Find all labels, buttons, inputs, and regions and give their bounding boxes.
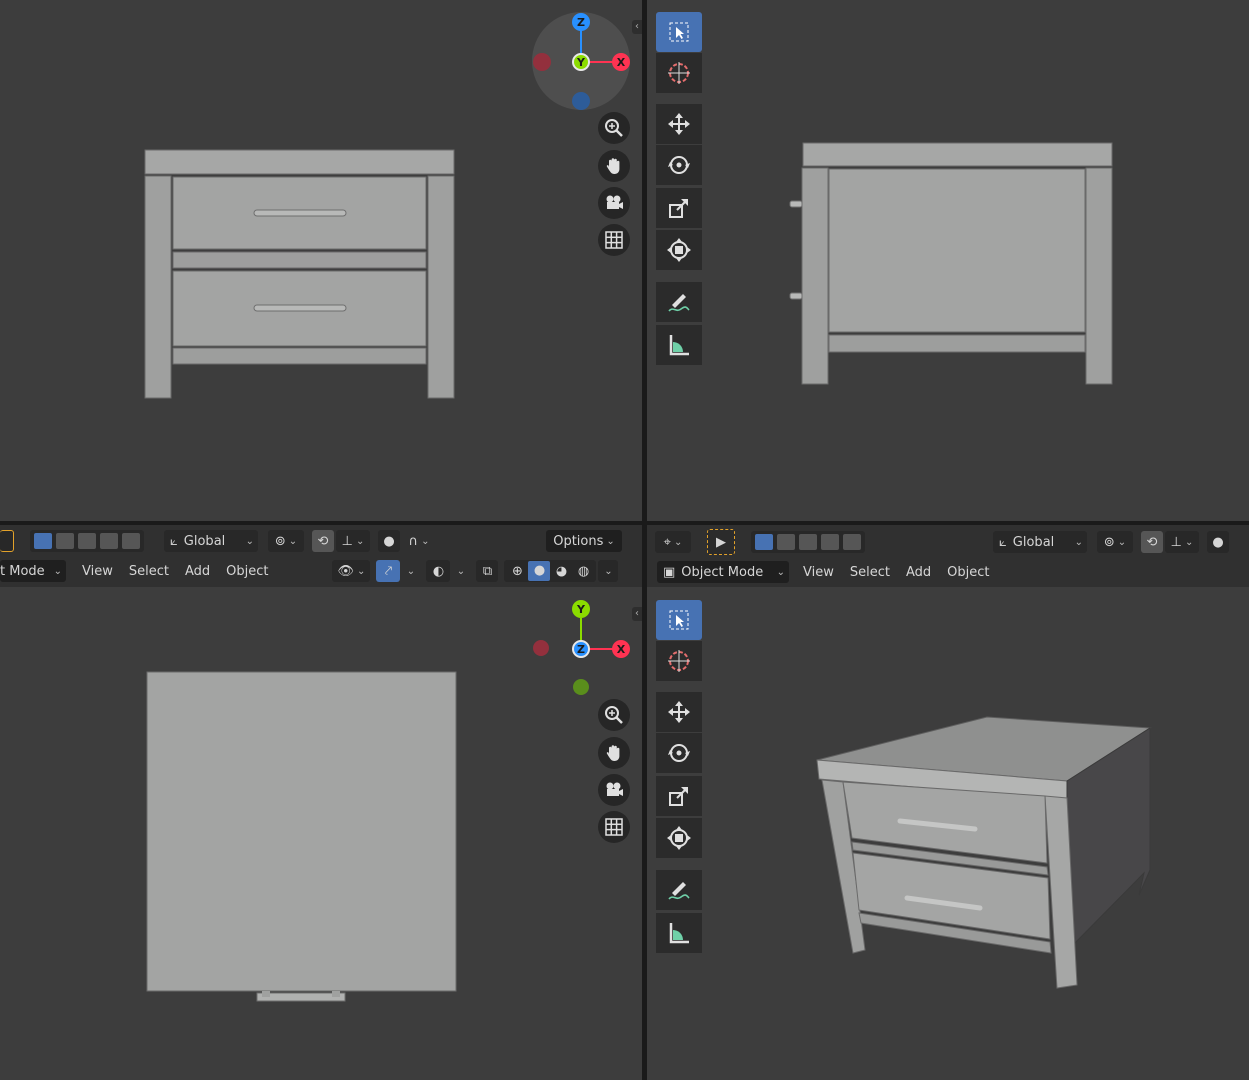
axis-neg-z-button[interactable] — [572, 92, 590, 110]
axis-x-button[interactable]: X — [612, 640, 630, 658]
rotate-icon[interactable] — [656, 733, 702, 773]
axis-neg-x-button[interactable] — [533, 640, 549, 656]
axis-z-button[interactable]: Z — [572, 13, 590, 31]
zoom-icon[interactable] — [598, 699, 630, 731]
viewport-front[interactable]: Z Y X ‹ — [0, 0, 642, 521]
move-icon[interactable] — [656, 692, 702, 732]
cursor-icon[interactable] — [656, 641, 702, 681]
sidebar-toggle-icon[interactable]: ‹ — [632, 20, 642, 34]
measure-icon[interactable] — [656, 913, 702, 953]
viewport-side[interactable] — [647, 0, 1249, 521]
annotate-icon[interactable] — [656, 282, 702, 322]
top-view-model — [146, 671, 457, 1002]
axis-neg-x-button[interactable] — [533, 53, 551, 71]
camera-icon[interactable] — [598, 187, 630, 219]
axis-z-button[interactable]: Z — [572, 640, 590, 658]
transform-icon[interactable] — [656, 230, 702, 270]
select-box-icon[interactable] — [656, 12, 702, 52]
pan-hand-icon[interactable] — [598, 150, 630, 182]
perspective-view-model — [816, 716, 1152, 989]
side-view-model — [789, 142, 1113, 385]
axis-x-button[interactable]: X — [612, 53, 630, 71]
transform-icon[interactable] — [656, 818, 702, 858]
axis-neg-y-button[interactable] — [573, 679, 589, 695]
viewport-perspective[interactable]: ⌖ ⌄ ▶ ⟀ Global ⌄ ⊚ ⌄ ⟲ ⊥ ⌄ ● ▣ Object Mode ⌄ — [647, 525, 1249, 1080]
select-box-icon[interactable] — [656, 600, 702, 640]
pan-hand-icon[interactable] — [598, 737, 630, 769]
camera-icon[interactable] — [598, 774, 630, 806]
viewport-top[interactable]: ⟀ Global ⌄ ⊚ ⌄ ⟲ ⊥ ⌄ ● ∩ ⌄ Options ⌄ t Mode ⌄… — [0, 525, 642, 1080]
ortho-grid-icon[interactable] — [598, 811, 630, 843]
sidebar-toggle-icon[interactable]: ‹ — [632, 607, 642, 621]
scale-icon[interactable] — [656, 776, 702, 816]
axis-y-button[interactable]: Y — [572, 53, 590, 71]
annotate-icon[interactable] — [656, 870, 702, 910]
measure-icon[interactable] — [656, 325, 702, 365]
ortho-grid-icon[interactable] — [598, 224, 630, 256]
rotate-icon[interactable] — [656, 145, 702, 185]
move-icon[interactable] — [656, 104, 702, 144]
cursor-icon[interactable] — [656, 53, 702, 93]
zoom-icon[interactable] — [598, 112, 630, 144]
axis-y-button[interactable]: Y — [572, 600, 590, 618]
scale-icon[interactable] — [656, 188, 702, 228]
